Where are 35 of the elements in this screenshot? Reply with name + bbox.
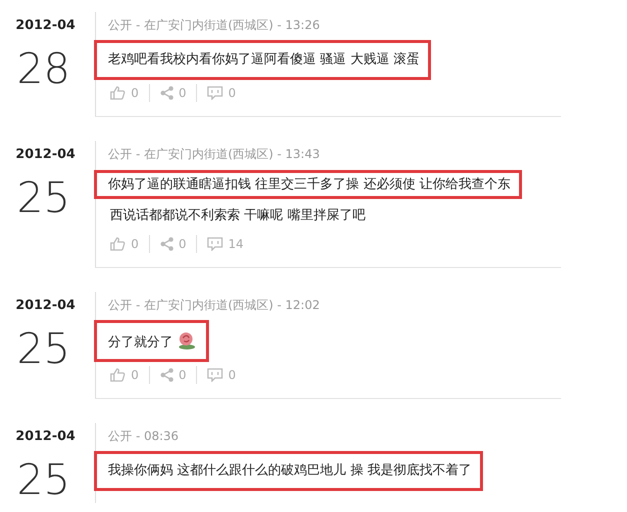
like-count: 0 xyxy=(131,236,139,252)
post-meta: 公开 - 在广安门内街道(西城区) - 13:43 xyxy=(108,146,320,162)
share-icon xyxy=(160,236,174,250)
post-meta: 公开 - 08:36 xyxy=(108,428,179,445)
post-month: 2012-04 xyxy=(16,17,76,35)
post-meta: 公开 - 在广安门内街道(西城区) - 12:02 xyxy=(108,296,320,314)
thumbs-up-icon xyxy=(110,86,126,100)
like-count: 0 xyxy=(131,367,139,384)
post-month: 2012-04 xyxy=(16,146,76,164)
highlighted-post-text: 我操你俩妈 这都什么跟什么的破鸡巴地儿 操 我是彻底找不着了 xyxy=(96,453,482,488)
share-count: 0 xyxy=(178,367,186,384)
highlighted-post-text: 分了就分了 xyxy=(96,322,207,360)
share-icon xyxy=(160,86,174,100)
thumbs-up-icon xyxy=(110,368,126,382)
comment-icon xyxy=(207,86,224,100)
thumbs-up-icon xyxy=(110,236,126,250)
comment-count: 0 xyxy=(228,367,236,384)
like-count: 0 xyxy=(131,84,139,102)
post-day: 25 xyxy=(16,176,70,218)
comment-icon xyxy=(207,236,224,250)
share-icon xyxy=(160,368,174,382)
comment-count: 14 xyxy=(228,236,244,252)
post-day: 25 xyxy=(16,328,70,370)
post-day: 25 xyxy=(16,459,70,501)
post-month: 2012-04 xyxy=(16,428,76,446)
highlighted-post-text: 老鸡吧看我校内看你妈了逼阿看傻逼 骚逼 大贱逼 滚蛋 xyxy=(96,42,430,78)
comment-count: 0 xyxy=(228,84,236,102)
comment-icon xyxy=(207,368,224,382)
post-text: 西说话都都说不利索索 干嘛呢 嘴里拌屎了吧 xyxy=(109,207,366,225)
post-month: 2012-04 xyxy=(16,296,76,314)
post-meta: 公开 - 在广安门内街道(西城区) - 13:26 xyxy=(108,17,320,34)
share-count: 0 xyxy=(178,236,186,252)
highlighted-post-text: 你妈了逼的联通瞎逼扣钱 往里交三千多了操 还必须使 让你给我查个东 xyxy=(96,172,520,197)
post-day: 28 xyxy=(16,48,70,90)
share-count: 0 xyxy=(178,84,186,102)
